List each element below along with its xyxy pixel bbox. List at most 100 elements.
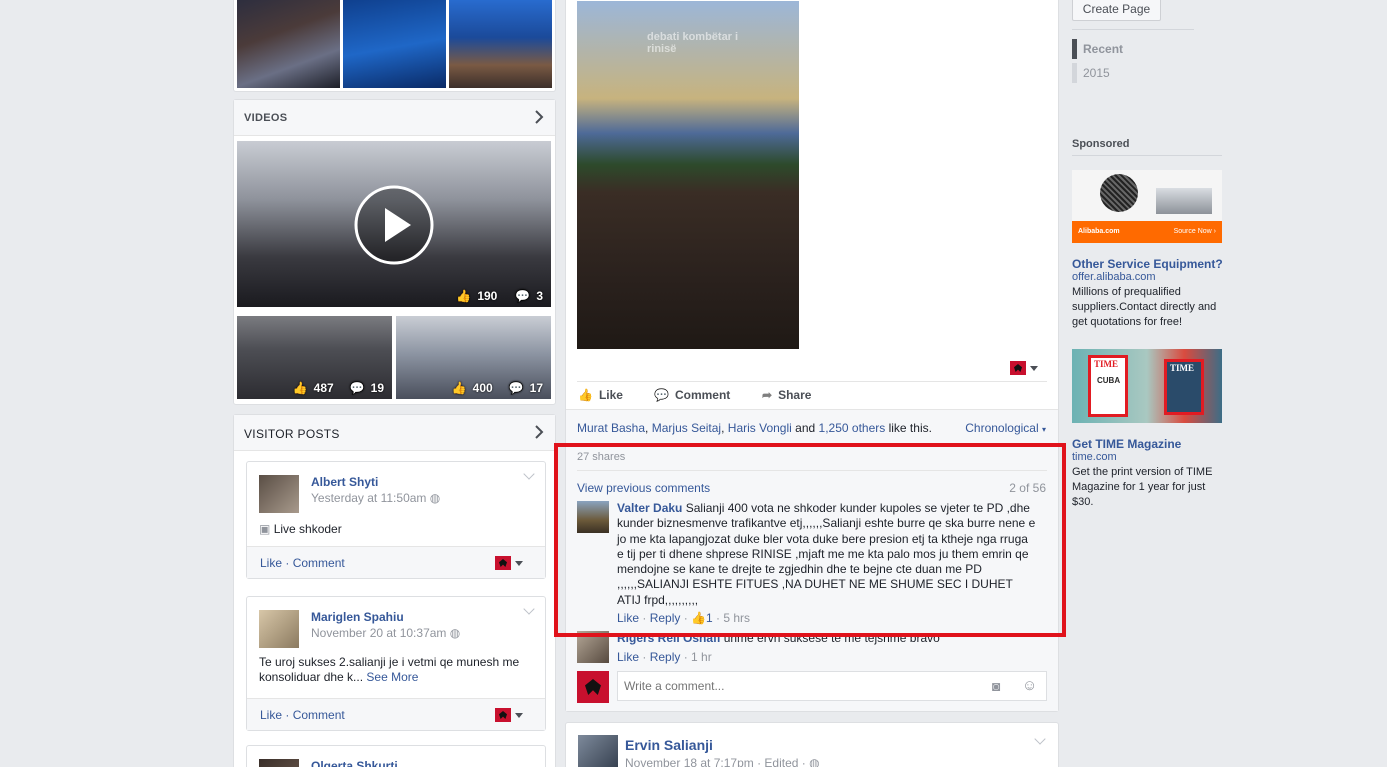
avatar[interactable]	[259, 610, 299, 648]
video-main[interactable]: 👍 190 💬 3	[237, 141, 551, 307]
avatar[interactable]	[259, 475, 299, 513]
others-link[interactable]: 1,250 others	[819, 421, 886, 435]
magazine-cover-1: TIME CUBA	[1088, 355, 1128, 417]
ad-domain[interactable]: offer.alibaba.com	[1072, 271, 1156, 283]
video-thumb-3[interactable]: 👍 400 💬 17	[396, 316, 551, 399]
like-link[interactable]: Like	[260, 708, 282, 722]
visitor-post: Mariglen Spahiu November 20 at 10:37am ◍…	[246, 596, 546, 731]
liker-link[interactable]: Haris Vongli	[728, 421, 792, 435]
chevron-down-icon[interactable]	[1034, 733, 1046, 745]
separator: ·	[282, 556, 293, 570]
comment-like-link[interactable]: Like	[617, 650, 639, 664]
thumbs-up-icon: 👍	[292, 381, 308, 395]
post-photo[interactable]: debati kombëtar i rinisë	[577, 1, 799, 349]
chevron-down-icon[interactable]	[523, 468, 535, 480]
machine-graphic	[1156, 188, 1212, 214]
visitor-posts-header[interactable]: VISITOR POSTS	[234, 415, 555, 451]
globe-icon: ◍	[429, 491, 441, 505]
post-text: ▣ Live shkoder	[259, 522, 342, 536]
ad-title[interactable]: Get TIME Magazine	[1072, 437, 1181, 451]
post-author[interactable]: Mariglen Spahiu	[311, 610, 404, 624]
eagle-icon	[585, 679, 601, 695]
like-link[interactable]: Like	[260, 556, 282, 570]
share-action[interactable]: ➦ Share	[762, 388, 811, 402]
video-3-stats: 👍 400 💬 17	[452, 381, 543, 395]
flag-icon[interactable]	[1010, 361, 1026, 375]
flag-icon[interactable]	[495, 556, 511, 570]
photo-thumb-1[interactable]	[237, 0, 340, 88]
current-user-avatar[interactable]	[577, 671, 609, 703]
video-main-stats: 👍 190 💬 3	[456, 289, 543, 303]
divider	[1072, 155, 1222, 156]
comment-time[interactable]: 1 hr	[691, 650, 712, 664]
video-likes: 487	[313, 381, 334, 395]
video-likes: 400	[472, 381, 493, 395]
like-this-text: like this.	[888, 421, 932, 435]
liker-link[interactable]: Murat Basha	[577, 421, 645, 435]
ad-title[interactable]: Other Service Equipment?	[1072, 257, 1223, 271]
and-text: and	[795, 421, 816, 435]
photo-thumb-3[interactable]	[449, 0, 552, 88]
comment-link[interactable]: Comment	[293, 708, 345, 722]
post-author[interactable]: Ervin Salianji	[625, 737, 713, 753]
highlight-box	[554, 443, 1066, 637]
post-footer: Like · Comment	[247, 698, 545, 730]
ad-domain[interactable]: time.com	[1072, 451, 1117, 463]
divider	[577, 381, 1047, 382]
see-more-link[interactable]: See More	[366, 670, 418, 684]
write-comment-input[interactable]	[617, 671, 1047, 701]
ad-image[interactable]: TIME CUBA TIME	[1072, 349, 1222, 423]
post-time-text: Yesterday at 11:50am	[311, 491, 427, 505]
post-footer: Like · Comment	[247, 546, 545, 578]
visitor-posts-card: VISITOR POSTS Albert Shyti Yesterday at …	[233, 414, 556, 767]
photos-card	[233, 0, 556, 92]
post-time[interactable]: November 20 at 10:37am ◍	[311, 626, 460, 640]
share-icon: ➦	[762, 388, 773, 402]
year-item-recent[interactable]: Recent	[1072, 39, 1123, 59]
chevron-down-icon[interactable]	[523, 603, 535, 615]
post-author[interactable]: Albert Shyti	[311, 475, 378, 489]
like-action[interactable]: 👍 Like	[578, 388, 623, 402]
camera-icon[interactable]: ◙	[992, 678, 1000, 694]
create-page-button[interactable]: Create Page	[1072, 0, 1161, 21]
play-icon[interactable]	[353, 184, 435, 266]
comment-order-dropdown[interactable]: Chronological ▾	[965, 421, 1046, 435]
share-label: Share	[778, 388, 812, 402]
post-author[interactable]: Olgerta Shkurti	[311, 759, 398, 767]
ad-body: Get the print version of TIME Magazine f…	[1072, 466, 1213, 508]
post-actions: Like · Comment	[260, 556, 345, 570]
comment-reply-link[interactable]: Reply	[650, 650, 681, 664]
avatar[interactable]	[578, 735, 618, 767]
chevron-right-icon[interactable]	[531, 109, 547, 125]
comment-link[interactable]: Comment	[293, 556, 345, 570]
caret-down-icon[interactable]	[515, 561, 523, 566]
caret-down-icon[interactable]	[515, 713, 523, 718]
year-item-2015[interactable]: 2015	[1072, 63, 1123, 83]
chevron-right-icon[interactable]	[531, 424, 547, 440]
like-label: Like	[598, 388, 623, 402]
caret-down-icon[interactable]	[1030, 366, 1038, 371]
videos-header[interactable]: VIDEOS	[234, 100, 555, 136]
thumbs-up-icon: 👍	[451, 381, 467, 395]
photo-thumb-2[interactable]	[343, 0, 446, 88]
year-nav: Recent 2015	[1072, 39, 1123, 83]
next-post-card: Ervin Salianji November 18 at 7:17pm · E…	[565, 722, 1059, 767]
emoji-icon[interactable]: ☺	[1022, 677, 1037, 694]
edited-label[interactable]: Edited	[764, 756, 798, 767]
video-thumb-2[interactable]: 👍 487 💬 19	[237, 316, 392, 399]
ad-image[interactable]: Alibaba.com Source Now ›	[1072, 170, 1222, 243]
comment-icon: 💬	[508, 381, 524, 395]
video-comments: 17	[529, 381, 543, 395]
liker-link[interactable]: Marjus Seitaj	[652, 421, 721, 435]
post-time[interactable]: November 18 at 7:17pm · Edited · ◍	[625, 756, 820, 767]
visitor-post: Olgerta Shkurti	[246, 745, 546, 767]
flag-icon[interactable]	[495, 708, 511, 722]
comment-icon: 💬	[654, 388, 669, 402]
video-comments: 3	[536, 289, 543, 303]
caret-down-icon: ▾	[1041, 425, 1046, 434]
comment-action[interactable]: 💬 Comment	[654, 388, 730, 402]
comma: ,	[645, 421, 649, 435]
alibaba-logo: Alibaba.com	[1078, 228, 1120, 235]
avatar[interactable]	[259, 759, 299, 767]
post-time[interactable]: Yesterday at 11:50am ◍	[311, 491, 440, 505]
